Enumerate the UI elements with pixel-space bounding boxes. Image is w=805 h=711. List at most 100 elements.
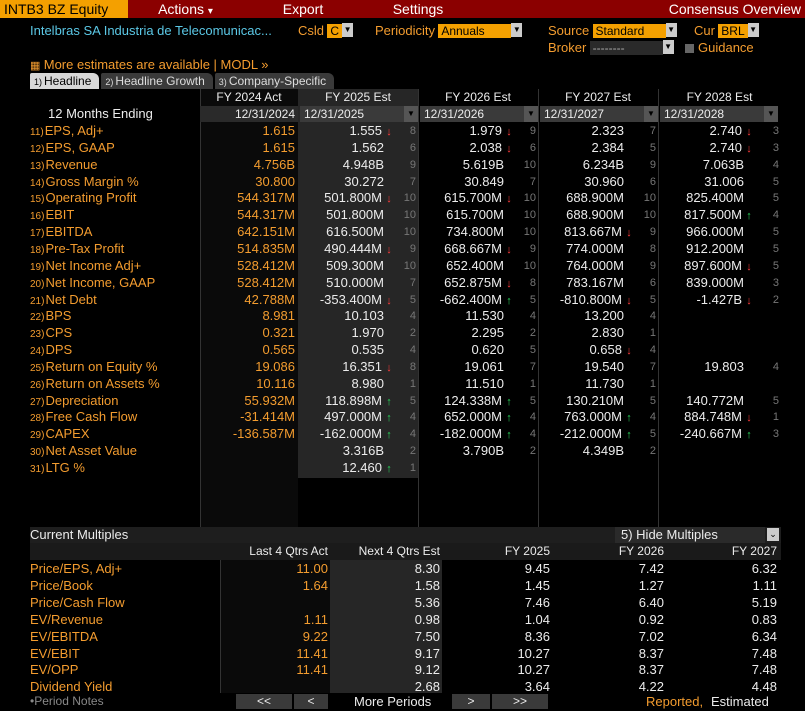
multiples-value[interactable]: 11.41	[220, 645, 328, 662]
table-row[interactable]: 14)Gross Margin % 30.800 30.272 7 30.849 7 30.…	[30, 174, 781, 191]
estimate-value[interactable]: 509.300M	[294, 258, 394, 274]
multiples-value[interactable]: 0.92	[552, 611, 664, 628]
estimate-value[interactable]: -662.400M ↑	[414, 292, 514, 309]
multiples-value[interactable]: 1.11	[220, 611, 328, 628]
estimate-value[interactable]: 652.875M ↓	[414, 275, 514, 292]
periodicity-dropdown-arrow-icon[interactable]: ▼	[511, 23, 523, 37]
multiples-value[interactable]: 0.98	[330, 611, 440, 628]
estimate-count[interactable]: 7	[396, 174, 416, 190]
multiples-value[interactable]: 7.48	[666, 661, 777, 678]
actual-value[interactable]: 8.981	[200, 308, 295, 324]
estimate-value[interactable]: 1.555 ↓	[294, 123, 394, 140]
actual-value[interactable]: 1.615	[200, 123, 295, 139]
multiples-value[interactable]: 1.64	[220, 577, 328, 594]
ticker-label[interactable]: INTB3 BZ Equity	[0, 0, 128, 18]
multiples-value[interactable]: 9.12	[330, 661, 440, 678]
estimate-count[interactable]: 10	[396, 207, 416, 223]
estimate-count[interactable]: 2	[516, 325, 536, 341]
actual-value[interactable]: 642.151M	[200, 224, 295, 240]
estimate-count[interactable]: 1	[396, 460, 416, 476]
estimate-count[interactable]: 5	[759, 174, 779, 190]
estimate-value[interactable]: 2.038 ↓	[414, 140, 514, 157]
estimate-count[interactable]: 6	[516, 140, 536, 156]
actual-value[interactable]: -136.587M	[200, 426, 295, 442]
table-row[interactable]: 26)Return on Assets % 10.116 8.980 1 11.510 1…	[30, 376, 781, 393]
table-row[interactable]: 22)BPS 8.981 10.103 4 11.530 4 13.200 4	[30, 308, 781, 325]
estimate-value[interactable]: 2.323	[534, 123, 634, 139]
estimate-count[interactable]: 2	[759, 292, 779, 308]
row-label[interactable]: 16)EBIT	[30, 207, 200, 225]
estimate-value[interactable]: 11.530	[414, 308, 514, 324]
multiples-row[interactable]: EV/EBITDA 9.22 7.50 8.36 7.02 6.34	[30, 628, 781, 645]
estimate-count[interactable]: 4	[516, 409, 536, 425]
estimate-count[interactable]: 1	[636, 376, 656, 392]
estimate-value[interactable]: 764.000M	[534, 258, 634, 274]
multiples-value[interactable]: 9.45	[442, 560, 550, 577]
prev-period-button[interactable]: <	[294, 694, 328, 709]
estimate-count[interactable]: 9	[636, 157, 656, 173]
estimate-value[interactable]: 884.748M ↓	[654, 409, 754, 426]
estimate-count[interactable]: 5	[636, 292, 656, 308]
estimate-value[interactable]: 912.200M	[654, 241, 754, 257]
multiples-value[interactable]: 1.58	[330, 577, 440, 594]
first-period-button[interactable]: <<	[236, 694, 292, 709]
next-period-button[interactable]: >	[452, 694, 490, 709]
currency-dropdown[interactable]: BRL	[718, 24, 748, 38]
estimate-value[interactable]: 2.295	[414, 325, 514, 341]
estimate-count[interactable]: 5	[636, 393, 656, 409]
multiples-value[interactable]: 6.34	[666, 628, 777, 645]
multiples-value[interactable]: 7.02	[552, 628, 664, 645]
multiples-row[interactable]: Price/Book 1.64 1.58 1.45 1.27 1.11	[30, 577, 781, 594]
estimate-value[interactable]: 5.619B	[414, 157, 514, 173]
estimate-value[interactable]: 0.658 ↓	[534, 342, 634, 359]
estimate-value[interactable]: 497.000M ↑	[294, 409, 394, 426]
estimate-value[interactable]	[414, 460, 514, 476]
guidance-checkbox[interactable]	[685, 44, 694, 53]
estimate-value[interactable]: 19.540	[534, 359, 634, 375]
actual-value[interactable]: -31.414M	[200, 409, 295, 425]
estimate-count[interactable]: 2	[396, 325, 416, 341]
estimate-count[interactable]: 10	[516, 157, 536, 173]
estimate-value[interactable]: 734.800M	[414, 224, 514, 240]
multiples-value[interactable]: 7.50	[330, 628, 440, 645]
row-label[interactable]: 26)Return on Assets %	[30, 376, 200, 394]
multiples-value[interactable]: 1.45	[442, 577, 550, 594]
estimate-value[interactable]: 1.970	[294, 325, 394, 341]
table-row[interactable]: 19)Net Income Adj+ 528.412M 509.300M 10 652.…	[30, 258, 781, 275]
multiples-value[interactable]: 1.27	[552, 577, 664, 594]
row-label[interactable]: 25)Return on Equity %	[30, 359, 200, 377]
estimate-count[interactable]: 6	[636, 174, 656, 190]
estimate-value[interactable]: 825.400M	[654, 190, 754, 206]
estimate-value[interactable]	[654, 325, 754, 341]
estimate-value[interactable]: 30.272	[294, 174, 394, 190]
estimate-value[interactable]	[654, 443, 754, 459]
estimate-value[interactable]: -1.427B ↓	[654, 292, 754, 309]
estimate-count[interactable]: 2	[516, 443, 536, 459]
fy2026-sort-icon[interactable]: ▼	[524, 106, 538, 122]
row-label[interactable]: 13)Revenue	[30, 157, 200, 175]
multiples-row[interactable]: Price/EPS, Adj+ 11.00 8.30 9.45 7.42 6.32	[30, 560, 781, 577]
hide-multiples-button[interactable]: 5) Hide Multiples	[615, 527, 765, 543]
multiples-value[interactable]: 9.22	[220, 628, 328, 645]
estimate-value[interactable]: -240.667M ↑	[654, 426, 754, 443]
multiples-value[interactable]: 7.46	[442, 594, 550, 611]
actual-value[interactable]: 55.932M	[200, 393, 295, 409]
estimate-count[interactable]: 2	[396, 443, 416, 459]
estimate-count[interactable]: 8	[636, 241, 656, 257]
estimate-count[interactable]: 5	[396, 292, 416, 308]
estimate-count[interactable]: 10	[396, 190, 416, 206]
multiples-value[interactable]: 8.37	[552, 661, 664, 678]
tab-company-specific[interactable]: 3) Company-Specific	[214, 73, 335, 89]
estimate-value[interactable]	[534, 460, 634, 476]
estimate-count[interactable]: 4	[516, 426, 536, 442]
estimate-value[interactable]: -353.400M ↓	[294, 292, 394, 309]
actual-value[interactable]: 42.788M	[200, 292, 295, 308]
estimate-value[interactable]: 10.103	[294, 308, 394, 324]
estimate-count[interactable]: 4	[396, 426, 416, 442]
estimate-count[interactable]: 7	[636, 359, 656, 375]
estimate-value[interactable]: 2.740 ↓	[654, 123, 754, 140]
csld-dropdown[interactable]: C	[327, 24, 343, 38]
estimate-value[interactable]: 763.000M ↑	[534, 409, 634, 426]
table-row[interactable]: 12)EPS, GAAP 1.615 1.562 6 2.038 ↓ 6 2.384 5 2.74…	[30, 140, 781, 157]
estimate-value[interactable]	[654, 460, 754, 476]
